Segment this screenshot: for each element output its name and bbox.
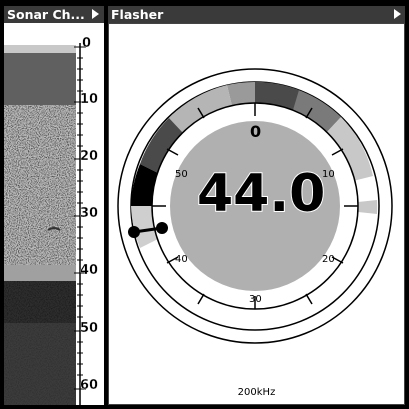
expand-arrow-icon[interactable] xyxy=(92,9,99,19)
depth-label-60: 60 xyxy=(80,378,99,393)
depth-label-10: 10 xyxy=(80,92,99,107)
dial-label-40: 40 xyxy=(175,254,188,265)
dial-label-50: 50 xyxy=(175,169,188,180)
sonar-chart-pane[interactable]: Sonar Ch... 0 10 20 30 40 50 60 xyxy=(4,6,104,405)
flasher-titlebar[interactable]: Flasher xyxy=(108,6,405,23)
frequency-label: 200kHz xyxy=(237,387,276,398)
sonar-chart-title: Sonar Ch... xyxy=(7,7,85,22)
depth-readout: 44.0 xyxy=(196,163,326,225)
sonar-chart-titlebar[interactable]: Sonar Ch... xyxy=(4,6,104,23)
dial-label-20: 20 xyxy=(322,254,335,265)
depth-label-0: 0 xyxy=(82,36,92,51)
dial-label-30: 30 xyxy=(249,294,262,305)
flasher-display: 0 10 20 30 40 50 44.0 200kHz xyxy=(108,23,405,405)
depth-label-50: 50 xyxy=(80,321,99,336)
sonar-chart-display: 0 10 20 30 40 50 60 xyxy=(4,23,104,405)
depth-label-40: 40 xyxy=(80,263,99,278)
flasher-pane[interactable]: Flasher 0 10 20 30 40 50 44.0 200kHz xyxy=(108,6,405,405)
flasher-title: Flasher xyxy=(111,7,164,22)
depth-label-20: 20 xyxy=(80,149,99,164)
dial-label-0: 0 xyxy=(250,122,262,141)
expand-arrow-icon[interactable] xyxy=(394,9,401,19)
depth-label-30: 30 xyxy=(80,206,99,221)
